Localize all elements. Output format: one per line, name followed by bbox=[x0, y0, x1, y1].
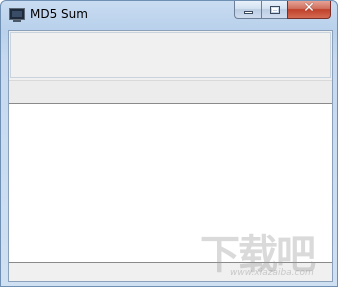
window-title: MD5 Sum bbox=[30, 7, 88, 21]
monitor-icon bbox=[9, 8, 25, 20]
caption-buttons: ✕ bbox=[234, 1, 331, 20]
output-textbox[interactable] bbox=[9, 103, 332, 263]
drop-panel[interactable] bbox=[10, 32, 331, 78]
maximize-button[interactable] bbox=[261, 1, 287, 19]
close-icon: ✕ bbox=[303, 0, 315, 16]
minimize-button[interactable] bbox=[234, 1, 261, 19]
close-button[interactable]: ✕ bbox=[287, 1, 331, 19]
status-bar bbox=[9, 264, 332, 281]
title-bar[interactable]: MD5 Sum ✕ bbox=[1, 1, 337, 30]
maximize-icon bbox=[270, 6, 280, 14]
toolbar-strip bbox=[9, 80, 332, 103]
client-area bbox=[8, 30, 333, 282]
minimize-icon bbox=[244, 11, 253, 14]
app-window: MD5 Sum ✕ bbox=[0, 0, 338, 287]
monitor-stand bbox=[13, 20, 21, 22]
